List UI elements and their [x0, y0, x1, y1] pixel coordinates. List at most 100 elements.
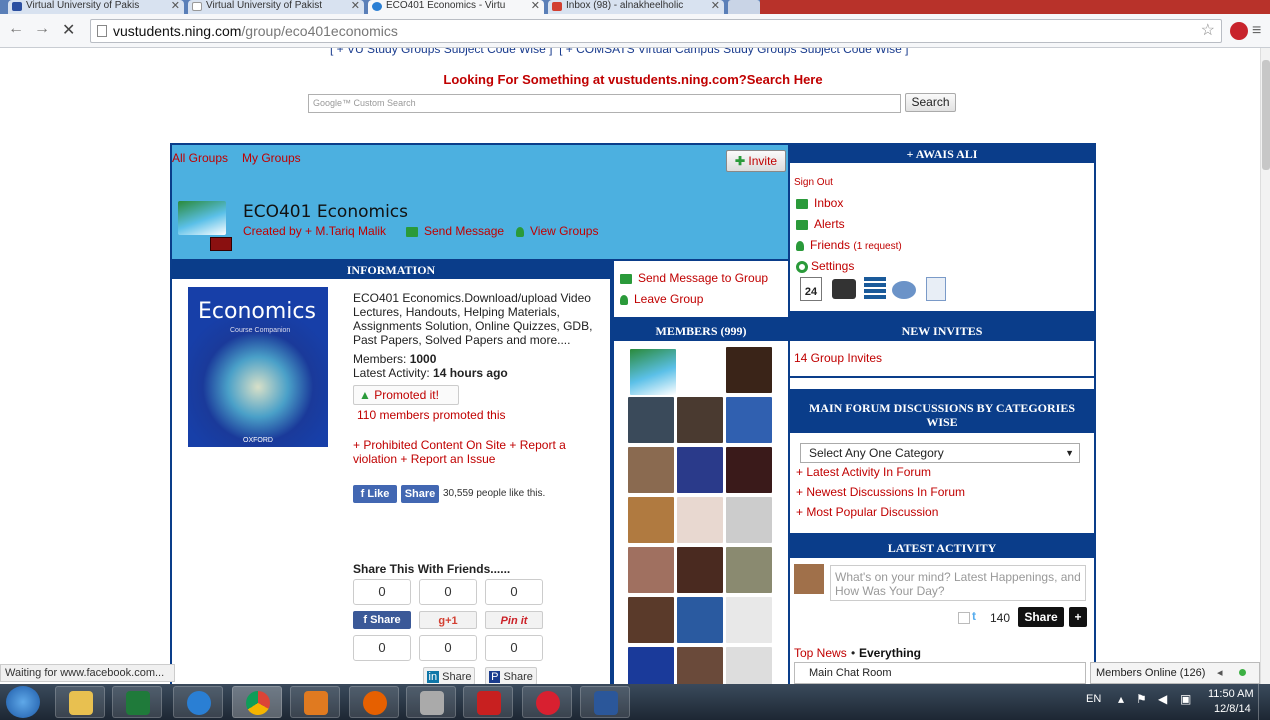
browser-tab[interactable]: Virtual University of Pakist ✕ [188, 0, 364, 14]
pin-it-button[interactable]: Pin it [485, 611, 543, 629]
top-news-tab[interactable]: Top News [794, 646, 847, 660]
language-indicator[interactable]: EN [1086, 693, 1101, 705]
friends-link[interactable]: Friends (1 request) [796, 238, 902, 252]
member-avatar[interactable] [726, 647, 772, 684]
back-arrow-icon[interactable]: ← [8, 20, 24, 38]
close-tab-icon[interactable]: ✕ [171, 0, 180, 12]
extension-icon[interactable] [1230, 22, 1248, 40]
category-select[interactable]: Select Any One Category ▼ [800, 443, 1080, 463]
linkedin-share-button[interactable]: in Share [423, 667, 475, 684]
bookmark-star-icon[interactable]: ☆ [1201, 20, 1215, 42]
facebook-like-button[interactable]: f Like [353, 485, 397, 503]
forward-arrow-icon[interactable]: → [34, 20, 50, 38]
member-avatar[interactable] [630, 349, 676, 395]
forum-link-latest[interactable]: + Latest Activity In Forum [796, 465, 931, 479]
send-message-link[interactable]: Send Message [406, 224, 504, 238]
close-tab-icon[interactable]: ✕ [711, 0, 720, 12]
recorder-taskbar-button[interactable] [522, 686, 572, 718]
comsats-study-groups-link[interactable]: COMSATS Virtual Campus Study Groups Subj… [576, 48, 902, 56]
more-options-button[interactable]: + [1069, 607, 1087, 627]
member-avatar[interactable] [677, 447, 723, 493]
word-taskbar-button[interactable] [580, 686, 630, 718]
all-groups-link[interactable]: All Groups [172, 151, 228, 165]
scrollbar-thumb[interactable] [1262, 60, 1270, 170]
search-input[interactable]: Google™ Custom Search [308, 94, 901, 113]
vu-study-groups-link[interactable]: VU Study Groups Subject Code Wise [347, 48, 546, 56]
browser-tab-active[interactable]: ECO401 Economics - Virtu ✕ [368, 0, 544, 14]
chat-icon[interactable] [892, 281, 916, 299]
media-player-taskbar-button[interactable] [290, 686, 340, 718]
new-tab-button[interactable] [728, 0, 760, 14]
vertical-scrollbar[interactable] [1260, 48, 1270, 684]
action-center-flag-icon[interactable]: ⚑ [1136, 692, 1147, 706]
network-icon[interactable]: ▣ [1180, 692, 1191, 706]
everything-tab[interactable]: Everything [859, 646, 921, 660]
member-avatar[interactable] [677, 597, 723, 643]
printer-taskbar-button[interactable] [406, 686, 456, 718]
member-avatar[interactable] [628, 497, 674, 543]
forum-link-newest[interactable]: + Newest Discussions In Forum [796, 485, 965, 499]
invite-button[interactable]: ✚ Invite [726, 150, 786, 172]
stop-loading-icon[interactable]: ✕ [62, 20, 75, 40]
notes-icon[interactable] [926, 277, 946, 301]
app-taskbar-button[interactable] [463, 686, 513, 718]
other-share-button[interactable]: P Share [485, 667, 537, 684]
forum-link-popular[interactable]: + Most Popular Discussion [796, 505, 938, 519]
member-avatar[interactable] [726, 597, 772, 643]
menu-icon[interactable]: ≡ [1252, 22, 1261, 40]
ie-taskbar-button[interactable] [173, 686, 223, 718]
facebook-share-button[interactable]: Share [401, 485, 439, 503]
member-avatar[interactable] [677, 647, 723, 684]
address-bar[interactable]: vustudents.ning.com/group/eco401economic… [90, 19, 1222, 43]
members-online-bar[interactable]: Members Online (126) ◂ [1090, 662, 1260, 684]
volume-icon[interactable]: ◀ [1158, 692, 1167, 706]
created-by-link[interactable]: Created by + M.Tariq Malik [243, 224, 386, 238]
member-avatar[interactable] [628, 447, 674, 493]
video-icon[interactable] [864, 277, 886, 301]
search-button[interactable]: Search [905, 93, 956, 112]
my-groups-link[interactable]: My Groups [242, 151, 301, 165]
show-hidden-icons-icon[interactable]: ▴ [1118, 692, 1124, 706]
member-avatar[interactable] [726, 497, 772, 543]
member-avatar[interactable] [628, 547, 674, 593]
clock-time[interactable]: 11:50 AM [1208, 688, 1254, 700]
calendar-icon[interactable]: 24 [800, 277, 822, 301]
member-avatar[interactable] [677, 397, 723, 443]
chat-room-bar[interactable]: Main Chat Room [794, 662, 1086, 684]
show-desktop-button[interactable] [1258, 684, 1270, 720]
clock-date[interactable]: 12/8/14 [1214, 703, 1251, 715]
browser-tab[interactable]: Inbox (98) - alnakheelholic ✕ [548, 0, 724, 14]
promote-button[interactable]: ▲ Promoted it! [353, 385, 459, 405]
sign-out-link[interactable]: Sign Out [794, 177, 833, 188]
tweet-checkbox[interactable] [958, 612, 970, 624]
chat-collapse-icon[interactable]: ◂ [1217, 663, 1223, 683]
leave-group-link[interactable]: Leave Group [620, 292, 703, 306]
close-tab-icon[interactable]: ✕ [351, 0, 360, 12]
gplus-button[interactable]: g+1 [419, 611, 477, 629]
browser-tab[interactable]: Virtual University of Pakis ✕ [8, 0, 184, 14]
chrome-taskbar-button[interactable] [232, 686, 282, 718]
member-avatar[interactable] [677, 547, 723, 593]
status-input[interactable]: What's on your mind? Latest Happenings, … [830, 565, 1086, 601]
excel-taskbar-button[interactable] [112, 686, 162, 718]
inbox-link[interactable]: Inbox [796, 196, 843, 210]
view-groups-link[interactable]: View Groups [516, 224, 598, 238]
member-avatar[interactable] [628, 597, 674, 643]
share-facebook-button[interactable]: f Share [353, 611, 411, 629]
report-links[interactable]: + Prohibited Content On Site + Report a … [353, 438, 603, 466]
member-avatar[interactable] [628, 647, 674, 684]
member-avatar[interactable] [726, 547, 772, 593]
alerts-link[interactable]: Alerts [796, 217, 845, 231]
member-avatar[interactable] [677, 497, 723, 543]
firefox-taskbar-button[interactable] [349, 686, 399, 718]
send-message-to-group-link[interactable]: Send Message to Group [620, 271, 768, 285]
start-button[interactable] [6, 686, 40, 718]
member-avatar[interactable] [726, 397, 772, 443]
member-avatar[interactable] [726, 347, 772, 393]
camera-icon[interactable] [832, 279, 856, 299]
group-invites-link[interactable]: 14 Group Invites [794, 351, 882, 365]
settings-link[interactable]: Settings [796, 259, 854, 273]
close-tab-icon[interactable]: ✕ [531, 0, 540, 12]
member-avatar[interactable] [726, 447, 772, 493]
share-status-button[interactable]: Share [1018, 607, 1064, 627]
